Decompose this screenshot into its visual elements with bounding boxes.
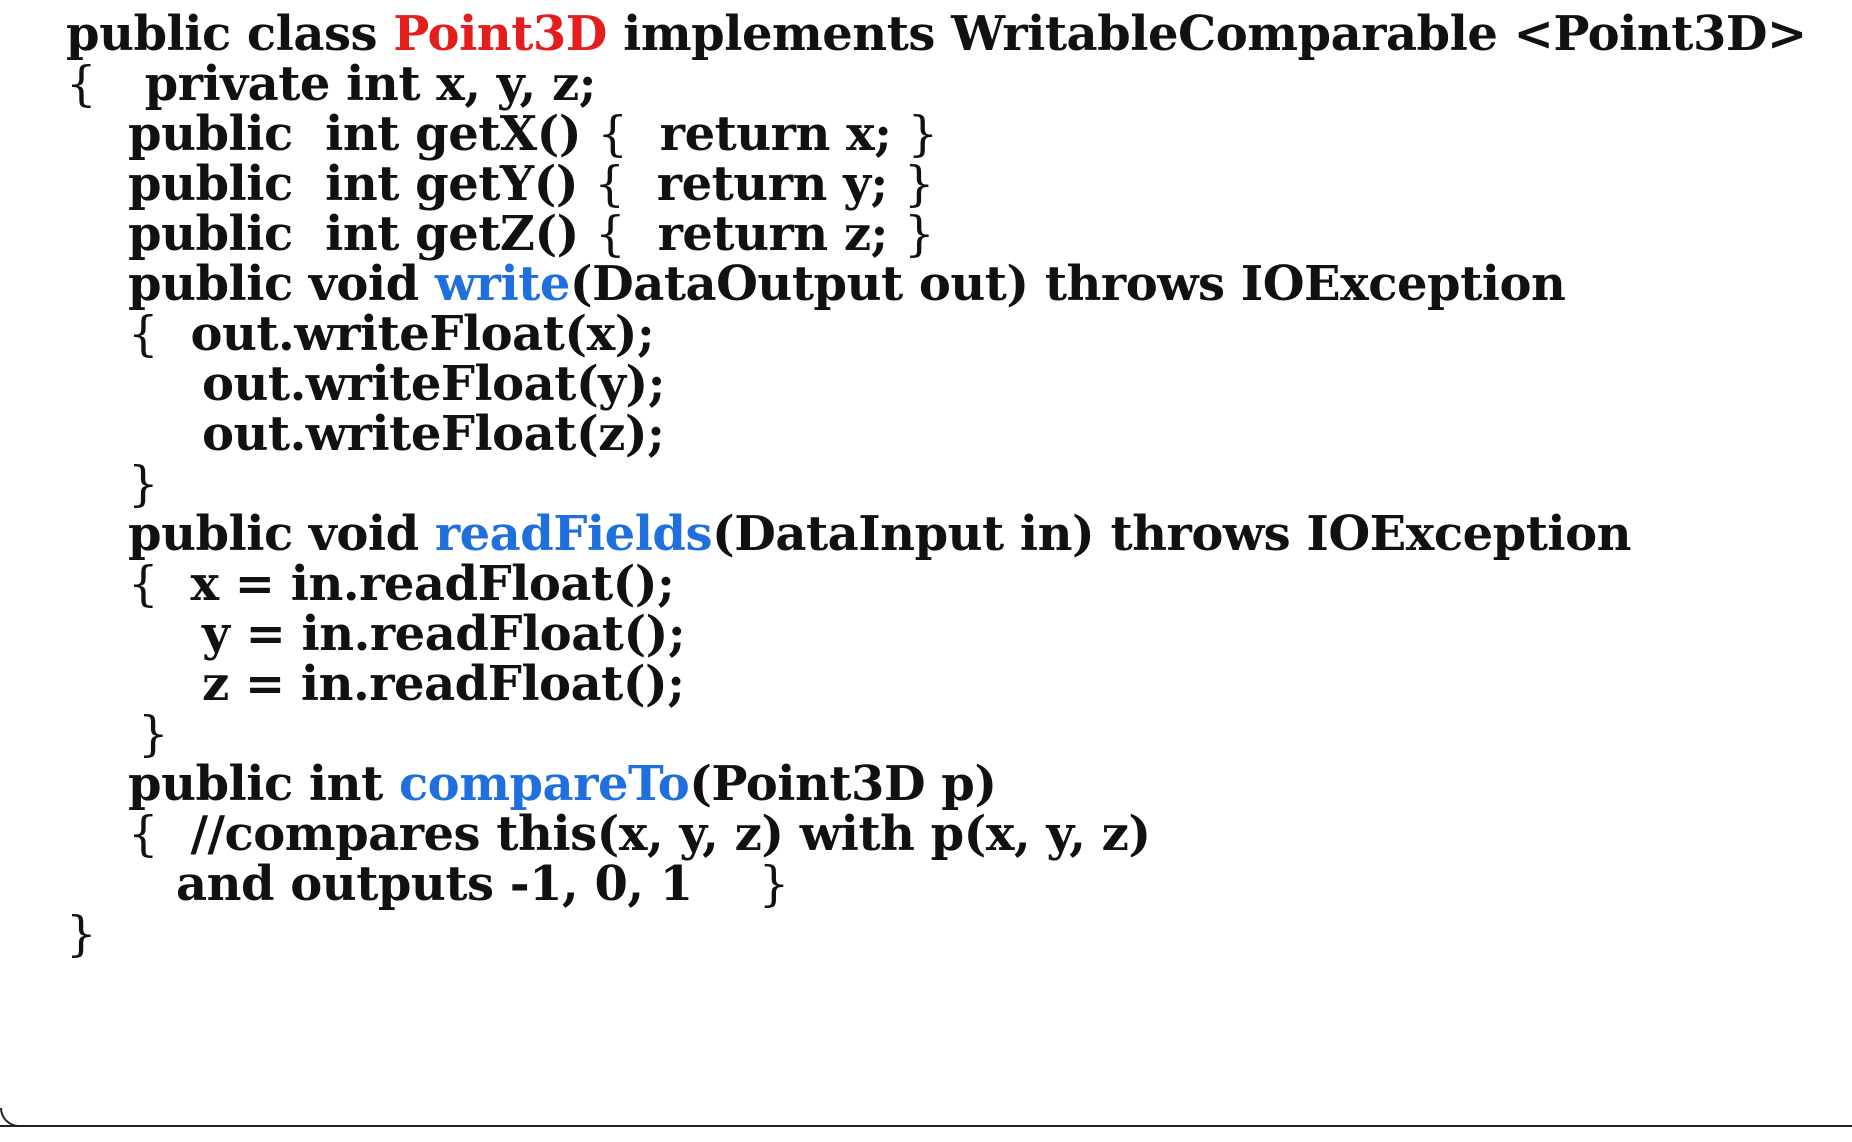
implements-text: implements WritableComparable <Point3D> bbox=[606, 6, 1807, 62]
statement-text: out.writeFloat(z); bbox=[202, 406, 665, 462]
code-line-read-z: z = in.readFloat(); bbox=[202, 654, 685, 714]
statement-text: z = in.readFloat(); bbox=[202, 656, 685, 712]
comment-text: and outputs -1, 0, 1 bbox=[176, 856, 693, 912]
code-line-compare-outputs: and outputs -1, 0, 1} bbox=[176, 854, 789, 914]
parameters-text: (DataOutput out) throws IOException bbox=[569, 256, 1566, 312]
code-slide: public class Point3D implements Writable… bbox=[0, 0, 1852, 1142]
open-brace: { bbox=[128, 306, 159, 362]
code-line-class-close: } bbox=[66, 904, 97, 964]
open-brace: { bbox=[128, 806, 159, 862]
close-brace: } bbox=[66, 906, 97, 962]
open-brace: { bbox=[66, 56, 97, 112]
close-brace: } bbox=[758, 856, 790, 912]
bottom-rule bbox=[0, 1125, 1852, 1127]
code-line-write-z: out.writeFloat(z); bbox=[202, 404, 665, 464]
open-brace: { bbox=[128, 556, 159, 612]
parameters-text: (DataInput in) throws IOException bbox=[712, 506, 1632, 562]
